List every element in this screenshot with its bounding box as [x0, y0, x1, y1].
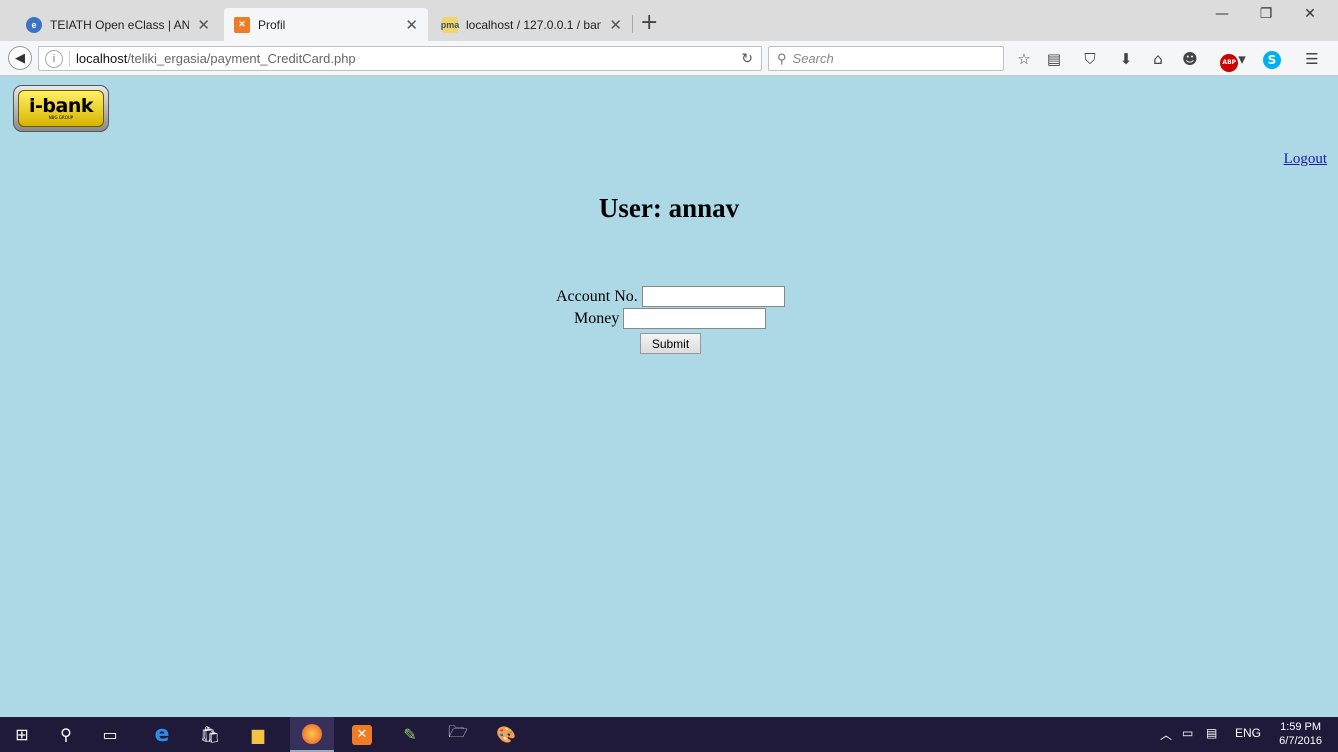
money-input[interactable] [623, 308, 767, 329]
site-info-icon[interactable]: i [45, 49, 63, 68]
adblock-icon[interactable]: ABP ▾ [1216, 49, 1250, 72]
back-arrow-icon[interactable]: ◀ [8, 46, 32, 70]
paint-icon[interactable]: 🎨 [484, 717, 528, 752]
tray-chevron-icon[interactable]: ︿ [1160, 726, 1172, 743]
close-tab-icon[interactable]: ✕ [609, 16, 622, 34]
account-number-input[interactable] [641, 286, 785, 307]
windows-taskbar: ⊞ ⚲ ▭ e 🛍 ▆ ✕ ✎ 🗁 🎨 ︿ ▭ ▤ ENG 1:59 PM 6/… [0, 717, 1338, 752]
pocket-icon[interactable]: ⛉ [1080, 49, 1100, 69]
search-placeholder: Search [792, 51, 834, 66]
browser-tab-strip: e TEIATH Open eClass | AN... ✕ ✕ Profil … [0, 0, 1338, 41]
file-explorer-icon[interactable]: ▆ [236, 717, 280, 752]
windows-start-icon[interactable]: ⊞ [0, 717, 44, 752]
notepad-plus-icon[interactable]: ✎ [388, 717, 432, 752]
archive-icon[interactable]: 🗁 [436, 717, 480, 752]
url-path: /teliki_ergasia/payment_CreditCard.php [127, 51, 356, 66]
tab-title: Profil [258, 17, 286, 32]
account-label: Account No. [556, 287, 638, 305]
new-tab-button[interactable]: + [640, 10, 658, 35]
home-icon[interactable]: ⌂ [1148, 49, 1168, 69]
xampp-favicon-icon: ✕ [234, 16, 250, 33]
minimize-icon[interactable]: — [1200, 6, 1244, 22]
task-view-icon[interactable]: ▭ [88, 717, 132, 752]
tab-title: localhost / 127.0.0.1 / ban... [466, 17, 602, 32]
navigation-bar: ◀ i localhost/teliki_ergasia/payment_Cre… [0, 41, 1338, 76]
search-bar[interactable]: ⚲ Search [768, 46, 1004, 71]
money-label: Money [574, 309, 620, 327]
eclass-favicon-icon: e [26, 16, 42, 33]
firefox-icon[interactable] [290, 717, 334, 752]
chat-icon[interactable]: ☻ [1180, 49, 1200, 69]
bookmark-star-icon[interactable]: ☆ [1014, 49, 1034, 69]
battery-icon[interactable]: ▭ [1182, 726, 1193, 740]
logo-plate: i-bank NBG GROUP [18, 90, 104, 127]
menu-icon[interactable]: ☰ [1302, 49, 1322, 69]
notification-icon[interactable]: ▤ [1206, 726, 1217, 740]
reading-list-icon[interactable]: ▤ [1044, 49, 1064, 69]
search-icon: ⚲ [777, 50, 787, 66]
edge-icon[interactable]: e [140, 717, 184, 752]
clock-time: 1:59 PM [1280, 721, 1322, 733]
close-window-icon[interactable]: ✕ [1288, 6, 1332, 22]
tab-separator [632, 15, 633, 33]
clock-date: 6/7/2016 [1279, 735, 1322, 747]
skype-icon[interactable]: S [1262, 49, 1282, 69]
xampp-icon[interactable]: ✕ [340, 717, 384, 752]
money-row: Money [574, 308, 767, 329]
logout-link[interactable]: Logout [1284, 151, 1327, 168]
logo-text: i-bank [29, 94, 93, 117]
clock[interactable]: 1:59 PM 6/7/2016 [1279, 720, 1322, 748]
url-bar[interactable]: i localhost/teliki_ergasia/payment_Credi… [38, 46, 762, 71]
submit-button[interactable]: Submit [640, 333, 701, 354]
tab-phpmyadmin[interactable]: pma localhost / 127.0.0.1 / ban... ✕ [432, 8, 632, 41]
close-tab-icon[interactable]: ✕ [405, 16, 418, 34]
tab-eclass[interactable]: e TEIATH Open eClass | AN... ✕ [16, 8, 220, 41]
account-row: Account No. [556, 286, 785, 307]
restore-icon[interactable]: ❐ [1244, 6, 1288, 22]
logo-subtext: NBG GROUP [48, 114, 74, 120]
url-host: localhost [76, 51, 128, 66]
tab-title: TEIATH Open eClass | AN... [50, 17, 190, 32]
search-icon[interactable]: ⚲ [44, 717, 88, 752]
store-icon[interactable]: 🛍 [188, 717, 232, 752]
language-indicator[interactable]: ENG [1235, 726, 1261, 740]
ibank-logo: i-bank NBG GROUP [13, 85, 109, 132]
reload-icon[interactable]: ↻ [741, 50, 753, 67]
url-divider [69, 50, 70, 67]
page-title: User: annav [598, 193, 740, 223]
phpmyadmin-favicon-icon: pma [441, 16, 459, 33]
downloads-icon[interactable]: ⬇ [1116, 49, 1136, 69]
tab-profil[interactable]: ✕ Profil ✕ [224, 8, 428, 41]
close-tab-icon[interactable]: ✕ [197, 16, 210, 34]
